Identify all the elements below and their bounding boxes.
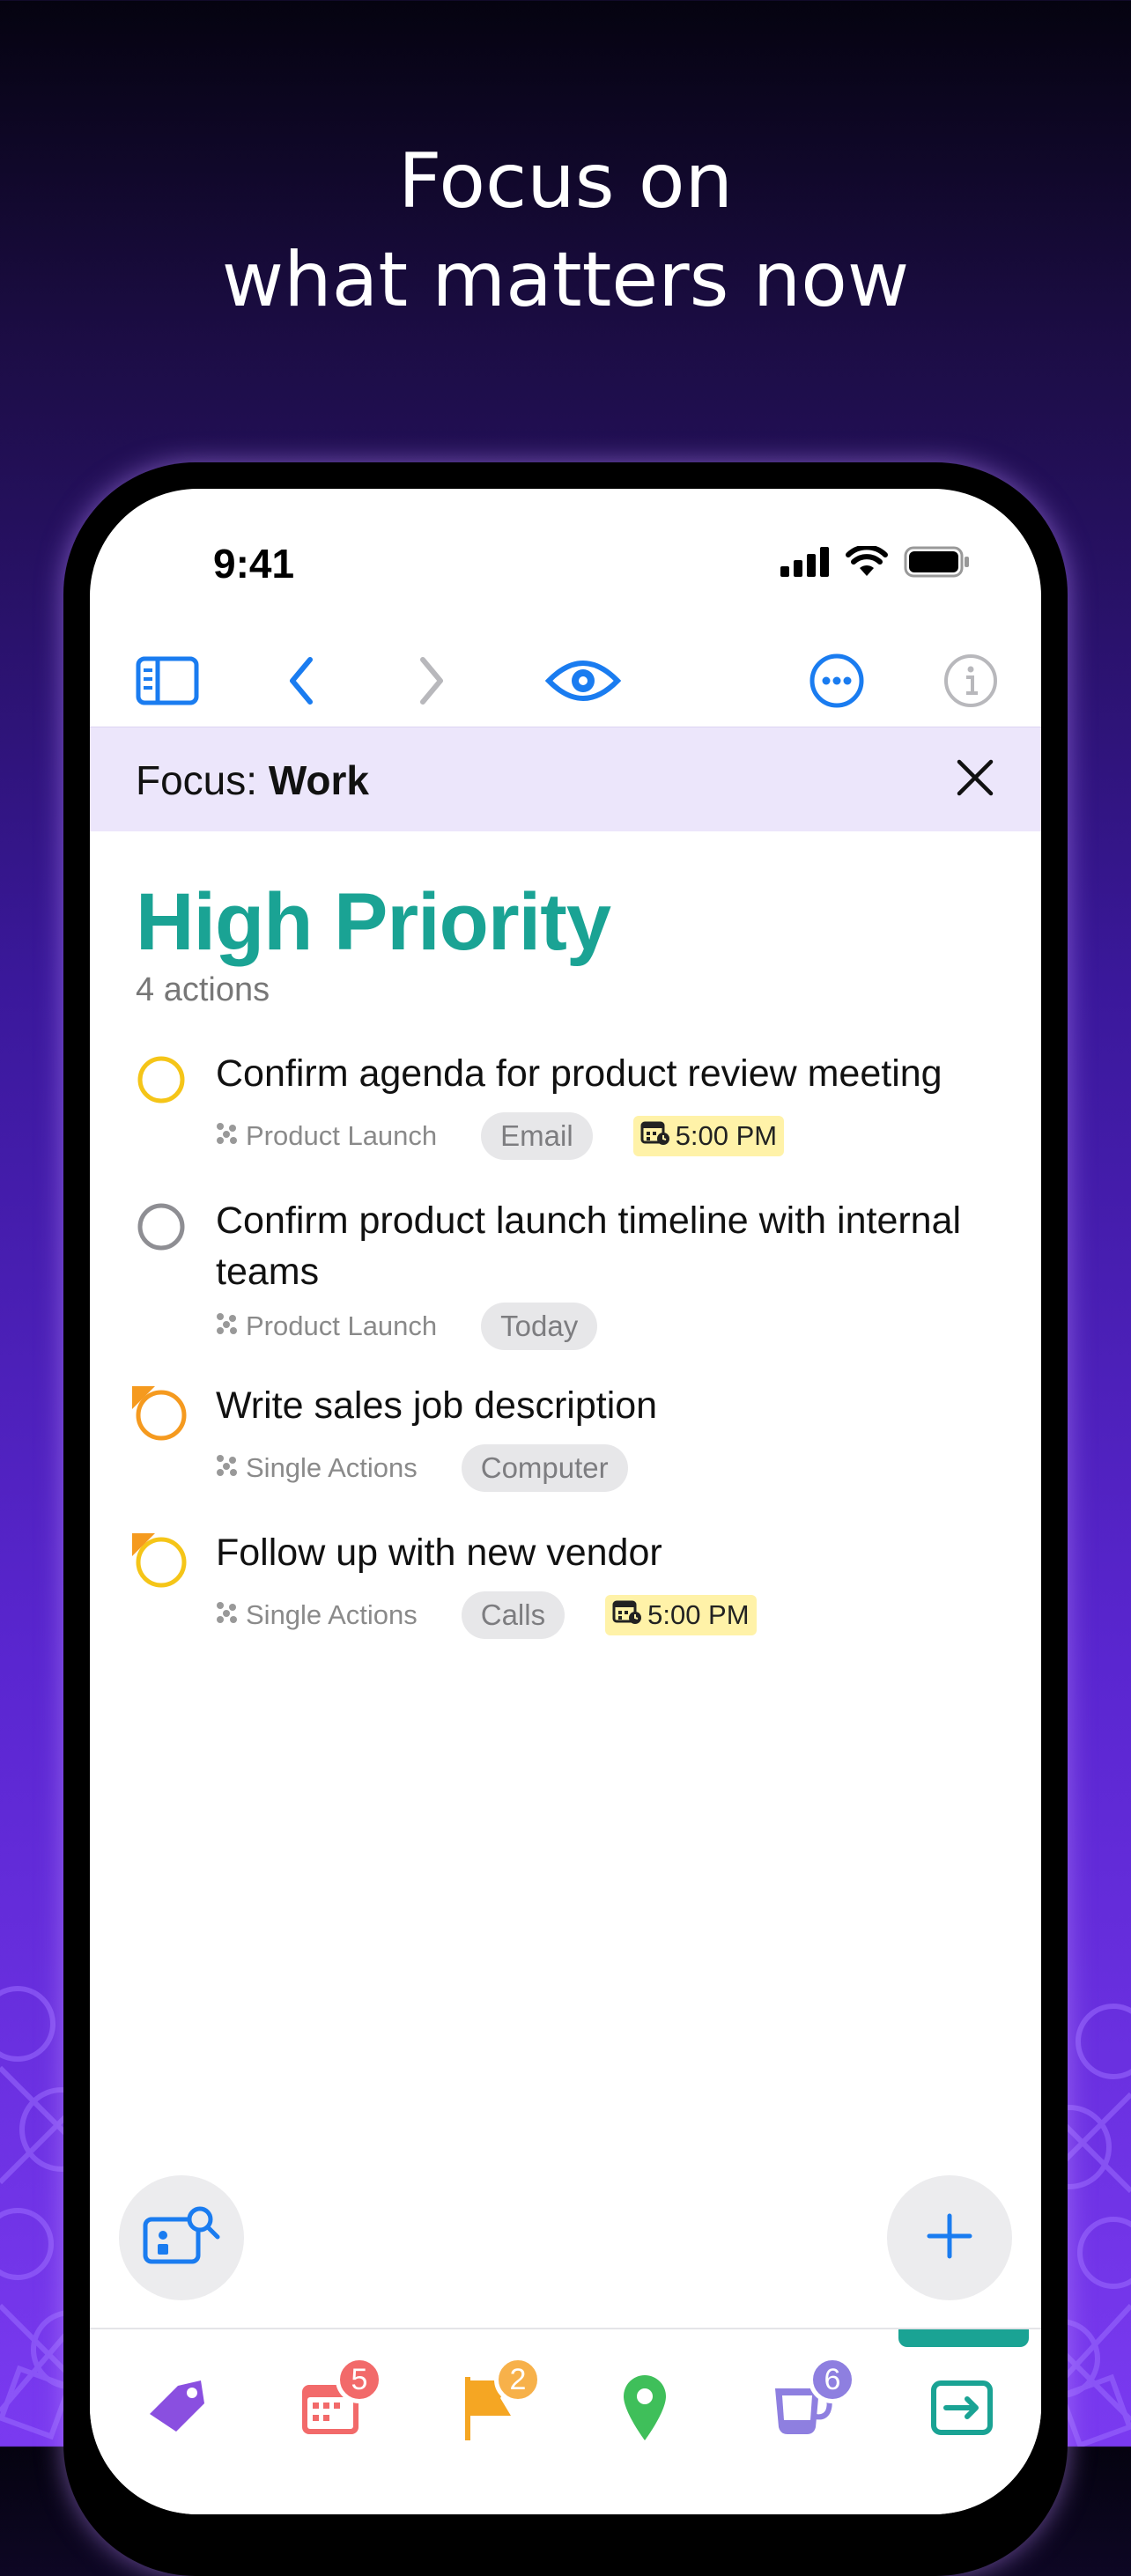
tab-forecast[interactable]: 5 (286, 2356, 383, 2453)
task-title[interactable]: Confirm agenda for product review meetin… (216, 1048, 991, 1099)
more-actions-button[interactable] (802, 647, 872, 718)
focus-label: Focus: Work (136, 757, 369, 804)
task-tag[interactable]: Calls (461, 1591, 566, 1639)
task-tag[interactable]: Today (481, 1303, 598, 1350)
task-tag[interactable]: Email (481, 1112, 593, 1160)
project-name: Single Actions (246, 1452, 418, 1483)
chevron-right-icon (414, 654, 449, 712)
status-circle-flagged-due-soon[interactable] (129, 1530, 190, 1591)
sidebar-toggle-button[interactable] (132, 647, 203, 718)
info-button[interactable] (935, 647, 1006, 718)
inbox-arrow-icon (930, 2378, 994, 2440)
task-tag[interactable]: Computer (461, 1444, 628, 1492)
task-due-date: 5:00 PM (605, 1595, 757, 1635)
task-project: Single Actions (216, 1599, 418, 1631)
project-name: Single Actions (246, 1599, 418, 1630)
info-circle-icon (942, 653, 999, 713)
tab-review[interactable]: 6 (759, 2356, 856, 2453)
marketing-headline: Focus on what matters now (0, 132, 1131, 329)
perspective-title: High Priority (136, 877, 611, 967)
headline-line-2: what matters now (221, 236, 910, 324)
due-time: 5:00 PM (647, 1599, 750, 1630)
forecast-badge: 5 (336, 2356, 383, 2403)
tab-nearby[interactable] (601, 2365, 689, 2453)
task-title[interactable]: Write sales job description (216, 1380, 991, 1431)
tab-tags[interactable] (134, 2365, 222, 2453)
task-title[interactable]: Follow up with new vendor (216, 1527, 991, 1578)
action-count: 4 actions (136, 971, 270, 1008)
plus-icon (926, 2212, 973, 2264)
phone-frame: 9:41 Focus: Work High Priority 4 actions… (63, 462, 1068, 2576)
task-title[interactable]: Confirm product launch timeline with int… (216, 1195, 991, 1297)
status-circle-due-soon[interactable] (136, 1054, 187, 1105)
status-circle-available[interactable] (136, 1201, 187, 1252)
calendar-clock-icon (640, 1119, 670, 1153)
focus-prefix: Focus: (136, 757, 258, 803)
inbox-indicator (898, 2329, 1029, 2347)
quick-open-button[interactable] (119, 2175, 244, 2300)
perspective-search-icon (142, 2205, 221, 2271)
task-metadata: Single Actions Computer (216, 1443, 669, 1493)
project-name: Product Launch (246, 1310, 438, 1341)
ellipsis-circle-icon (809, 653, 865, 713)
sidebar-icon (136, 656, 199, 710)
location-pin-icon (620, 2372, 669, 2447)
task-project: Product Launch (216, 1120, 437, 1152)
project-icon (216, 1599, 239, 1631)
status-time: 9:41 (213, 541, 295, 587)
project-icon (216, 1452, 239, 1484)
focus-banner: Focus: Work (90, 727, 1041, 831)
focus-name: Work (268, 757, 369, 803)
back-button[interactable] (266, 647, 336, 718)
task-metadata: Product Launch Today (216, 1302, 638, 1351)
due-time: 5:00 PM (675, 1120, 778, 1151)
chevron-left-icon (284, 654, 319, 712)
close-icon (956, 758, 994, 801)
navigation-toolbar (90, 630, 1041, 735)
project-name: Product Launch (246, 1120, 438, 1151)
task-due-date: 5:00 PM (632, 1116, 785, 1156)
tag-icon (143, 2372, 213, 2447)
task-metadata: Single Actions Calls 5:00 PM (216, 1591, 757, 1640)
cellular-signal-icon (780, 547, 830, 581)
project-icon (216, 1120, 239, 1152)
unfocus-button[interactable] (944, 749, 1006, 810)
flagged-badge: 2 (494, 2356, 542, 2403)
review-badge: 6 (809, 2356, 856, 2403)
project-icon (216, 1310, 239, 1342)
headline-line-1: Focus on (397, 137, 734, 225)
wifi-icon (846, 544, 888, 582)
forward-button[interactable] (396, 647, 467, 718)
eye-icon (544, 656, 622, 710)
task-metadata: Product Launch Email 5:00 PM (216, 1111, 785, 1161)
tab-flagged[interactable]: 2 (445, 2356, 542, 2453)
tab-inbox[interactable] (918, 2365, 1006, 2453)
tab-bar: 5 2 6 (90, 2328, 1041, 2514)
status-circle-flagged[interactable] (129, 1383, 190, 1444)
battery-icon (904, 546, 971, 582)
app-screen: 9:41 Focus: Work High Priority 4 actions… (90, 489, 1041, 2514)
task-project: Single Actions (216, 1452, 418, 1484)
status-bar: 9:41 (90, 489, 1041, 612)
status-icons (780, 544, 971, 582)
add-action-button[interactable] (887, 2175, 1012, 2300)
calendar-clock-icon (612, 1598, 642, 1632)
task-project: Product Launch (216, 1310, 437, 1342)
view-options-button[interactable] (530, 647, 636, 718)
